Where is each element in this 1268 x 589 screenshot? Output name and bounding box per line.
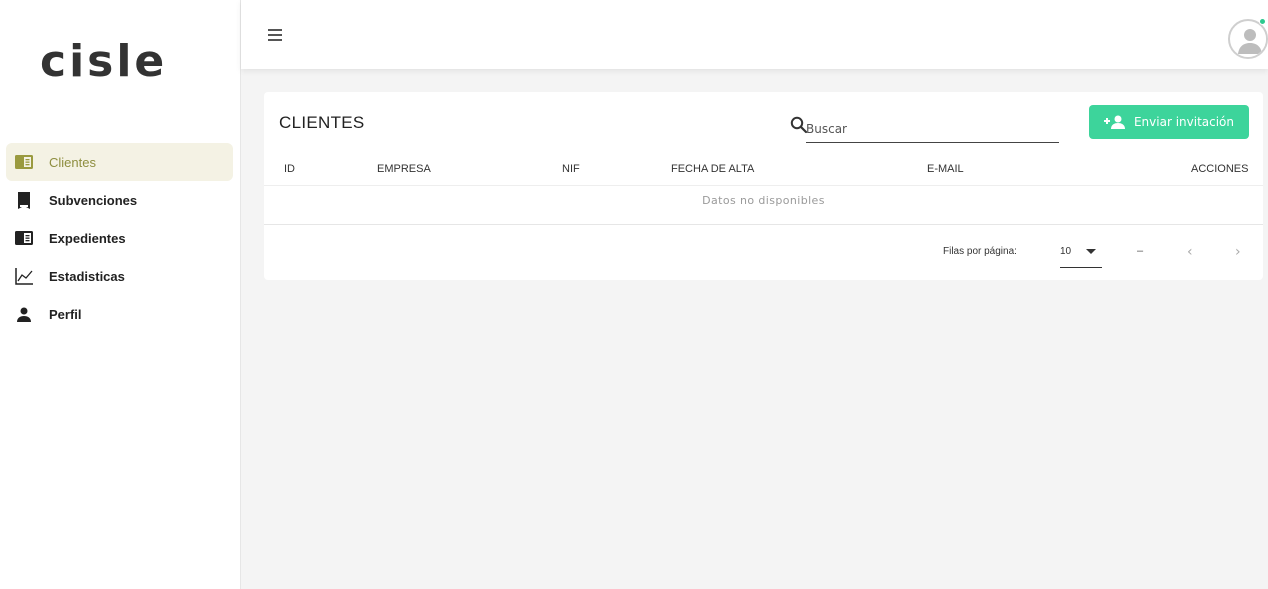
column-header-fecha-alta[interactable]: FECHA DE ALTA	[671, 163, 754, 175]
empty-table-message: Datos no disponibles	[702, 194, 825, 207]
next-page-icon[interactable]: ›	[1235, 244, 1241, 260]
rows-per-page-select[interactable]: 10	[1060, 240, 1102, 268]
avatar[interactable]	[1228, 19, 1268, 59]
book-icon	[15, 191, 33, 209]
menu-icon[interactable]	[268, 29, 282, 41]
column-header-nif[interactable]: NIF	[562, 163, 580, 175]
column-header-id[interactable]: ID	[284, 163, 295, 175]
book-open-icon	[15, 153, 33, 171]
send-invitation-label: Enviar invitación	[1133, 115, 1235, 129]
folder-book-icon	[15, 229, 33, 247]
page-title: CLIENTES	[279, 113, 365, 132]
chart-line-icon	[15, 267, 33, 285]
chevron-down-icon	[1086, 249, 1096, 254]
rows-per-page-value: 10	[1060, 246, 1072, 257]
person-icon	[15, 305, 33, 323]
empty-table-row: Datos no disponibles	[264, 186, 1263, 225]
sidebar-item-perfil[interactable]: Perfil	[6, 295, 233, 333]
sidebar-nav: Clientes Subvenciones Expedientes Estadi…	[6, 143, 233, 333]
page-range: –	[1137, 245, 1144, 257]
search-box	[780, 110, 1059, 143]
column-header-empresa[interactable]: EMPRESA	[377, 163, 431, 175]
table-header: ID EMPRESA NIF FECHA DE ALTA E-MAIL ACCI…	[264, 154, 1263, 186]
avatar-icon	[1233, 24, 1266, 57]
clients-card: CLIENTES Enviar invitación ID EMPRESA NI…	[264, 92, 1263, 280]
sidebar-item-label: Clientes	[49, 154, 96, 170]
sidebar-item-estadisticas[interactable]: Estadisticas	[6, 257, 233, 295]
logo-text: cisle	[40, 36, 168, 87]
sidebar-item-label: Subvenciones	[49, 192, 138, 208]
rows-per-page-label: Filas por página:	[943, 246, 1017, 257]
search-input[interactable]	[806, 110, 1059, 143]
sidebar-item-label: Expedientes	[49, 230, 126, 246]
add-user-icon	[1103, 115, 1126, 129]
previous-page-icon[interactable]: ‹	[1187, 244, 1193, 260]
sidebar-item-clientes[interactable]: Clientes	[6, 143, 233, 181]
send-invitation-button[interactable]: Enviar invitación	[1089, 105, 1249, 139]
pagination: Filas por página: 10 – ‹ ›	[264, 240, 1263, 270]
column-header-email[interactable]: E-MAIL	[927, 163, 964, 175]
sidebar: cisle Clientes Subvenciones Expedientes	[0, 0, 241, 589]
sidebar-item-label: Perfil	[49, 306, 82, 322]
top-bar	[241, 0, 1268, 69]
sidebar-item-label: Estadisticas	[49, 268, 125, 284]
logo[interactable]: cisle	[40, 36, 169, 87]
sidebar-item-subvenciones[interactable]: Subvenciones	[6, 181, 233, 219]
online-status-dot	[1259, 18, 1266, 25]
column-header-acciones: ACCIONES	[1191, 163, 1249, 175]
sidebar-item-expedientes[interactable]: Expedientes	[6, 219, 233, 257]
